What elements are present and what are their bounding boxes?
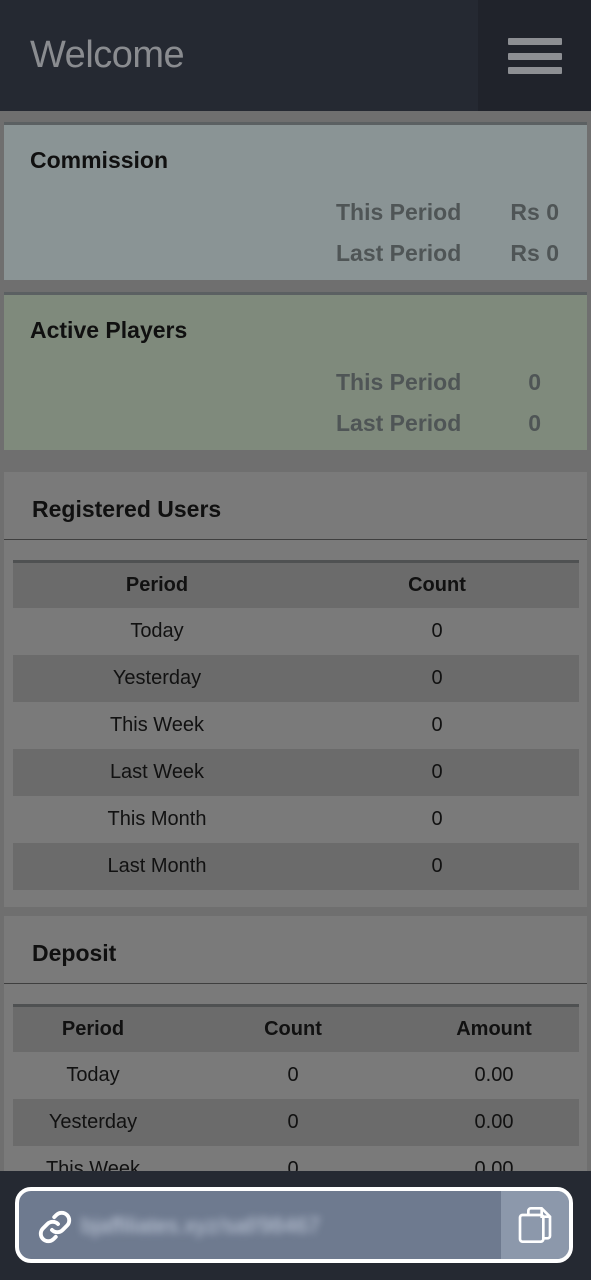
amount-cell: 0.00: [474, 1111, 514, 1133]
row-label: This Period: [336, 369, 462, 395]
amount-cell: 0.00: [474, 1158, 514, 1171]
table-row: Yesterday 0: [13, 655, 579, 702]
count-cell: 0: [431, 855, 443, 877]
column-header-period: Period: [61, 1018, 125, 1040]
hamburger-menu-icon-bar: [508, 67, 562, 74]
period-cell: Yesterday: [112, 667, 202, 689]
count-cell: 0: [431, 667, 443, 689]
table-row: This Month 0: [13, 796, 579, 843]
players-row-last-period: Last Period 0: [4, 410, 587, 440]
period-cell: Yesterday: [48, 1111, 138, 1133]
divider: [4, 983, 587, 984]
registered-users-table: Period Count Today 0 Yesterday 0 This We…: [13, 560, 579, 890]
commission-title: Commission: [30, 147, 169, 173]
active-players-title: Active Players: [30, 317, 188, 343]
table-row: Today 0 0.00: [13, 1052, 579, 1099]
page-title: Welcome: [30, 34, 185, 76]
count-cell: 0: [431, 620, 443, 642]
hamburger-menu-button[interactable]: [478, 0, 591, 111]
count-cell: 0: [287, 1111, 299, 1133]
deposit-table: Period Count Amount Today 0 0.00 Yesterd…: [13, 1004, 579, 1171]
period-cell: This Week: [45, 1158, 141, 1171]
row-label: Last Period: [336, 240, 462, 266]
period-cell: Last Week: [109, 761, 205, 783]
column-header-amount: Amount: [456, 1018, 532, 1040]
column-header-count: Count: [264, 1018, 322, 1040]
period-cell: Today: [66, 1064, 120, 1086]
registered-users-panel: Registered Users Period Count Today 0 Ye…: [4, 472, 587, 907]
table-header: Period Count Amount: [13, 1004, 579, 1052]
row-label: Last Period: [336, 410, 462, 436]
registered-users-title: Registered Users: [32, 496, 222, 522]
table-header: Period Count: [13, 560, 579, 608]
period-cell: This Week: [109, 714, 205, 736]
table-row: This Week 0 0.00: [13, 1146, 579, 1171]
column-header-count: Count: [408, 574, 466, 596]
count-cell: 0: [287, 1158, 299, 1171]
row-value: Rs 0: [510, 199, 559, 225]
referral-link-box[interactable]: bjaffiliates.xyz/saf/98467: [15, 1187, 573, 1263]
table-row: Last Month 0: [13, 843, 579, 890]
divider: [4, 539, 587, 540]
link-icon: [38, 1210, 72, 1244]
row-value: 0: [528, 410, 541, 436]
deposit-panel: Deposit Period Count Amount Today 0 0.00…: [4, 916, 587, 1171]
copy-link-button[interactable]: [501, 1191, 569, 1259]
count-cell: 0: [431, 761, 443, 783]
referral-link-url[interactable]: bjaffiliates.xyz/saf/98467: [81, 1213, 320, 1239]
row-label: This Period: [336, 199, 462, 225]
dashboard-content[interactable]: Commission This Period Rs 0 Last Period …: [0, 111, 591, 1171]
count-cell: 0: [287, 1064, 299, 1086]
amount-cell: 0.00: [474, 1064, 514, 1086]
period-cell: Last Month: [107, 855, 207, 877]
table-row: Yesterday 0 0.00: [13, 1099, 579, 1146]
count-cell: 0: [431, 808, 443, 830]
active-players-card: Active Players This Period 0 Last Period…: [4, 292, 587, 450]
hamburger-menu-icon: [508, 38, 562, 45]
table-row: This Week 0: [13, 702, 579, 749]
copy-icon: [518, 1207, 552, 1243]
deposit-title: Deposit: [32, 940, 117, 966]
column-header-period: Period: [125, 574, 189, 596]
row-value: Rs 0: [510, 240, 559, 266]
referral-link-bar: bjaffiliates.xyz/saf/98467: [0, 1171, 591, 1280]
period-cell: This Month: [107, 808, 207, 830]
app-header: Welcome: [0, 0, 591, 111]
players-row-this-period: This Period 0: [4, 369, 587, 399]
period-cell: Today: [130, 620, 184, 642]
count-cell: 0: [431, 714, 443, 736]
hamburger-menu-icon-bar: [508, 53, 562, 60]
table-row: Today 0: [13, 608, 579, 655]
commission-row-this-period: This Period Rs 0: [4, 199, 587, 229]
table-row: Last Week 0: [13, 749, 579, 796]
row-value: 0: [528, 369, 541, 395]
commission-row-last-period: Last Period Rs 0: [4, 240, 587, 270]
commission-card: Commission This Period Rs 0 Last Period …: [4, 122, 587, 280]
